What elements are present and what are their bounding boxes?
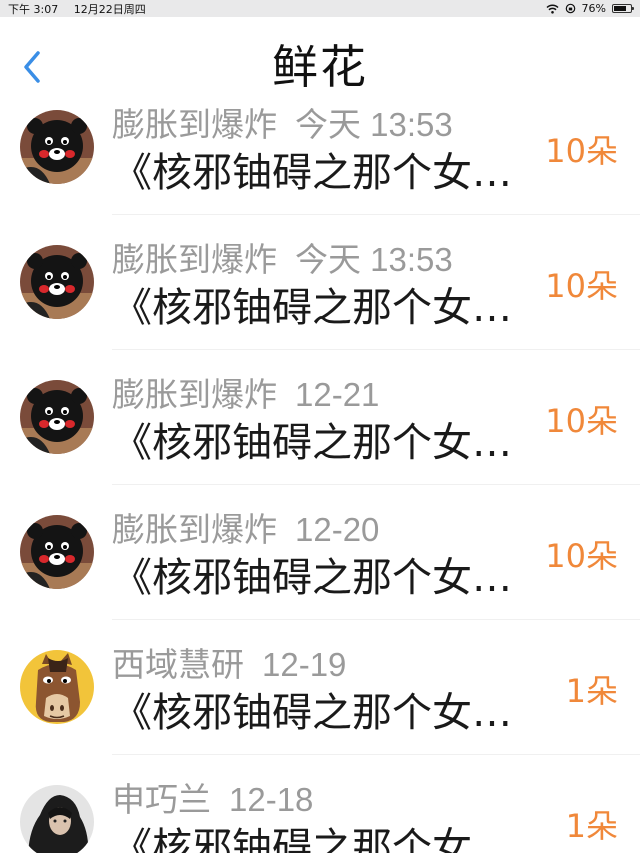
sender-name: 膨胀到爆炸 12-20	[112, 503, 379, 551]
battery-icon	[612, 4, 634, 13]
book-title: 《核邪铀碍之那个女…	[112, 420, 512, 466]
list-item[interactable]: 西域慧研 12-19 《核邪铀碍之那个女… 1朵	[0, 620, 640, 755]
sender-name-text: 膨胀到爆炸	[112, 240, 277, 279]
sender-name: 膨胀到爆炸 12-21	[112, 368, 379, 416]
battery-percent: 76%	[581, 2, 606, 15]
sent-date: 今天 13:53	[295, 106, 453, 143]
book-title: 《核邪铀碍之那个女…	[112, 690, 512, 736]
status-left: 下午 3:07 12月22日周四	[8, 1, 158, 17]
sender-name-text: 膨胀到爆炸	[112, 105, 277, 144]
book-title: 《核邪铀碍之那个女…	[112, 150, 512, 196]
avatar[interactable]	[20, 515, 94, 589]
battery-level	[614, 6, 626, 11]
list-item[interactable]: 膨胀到爆炸 12-20 《核邪铀碍之那个女… 10朵	[0, 485, 640, 620]
book-title: 《核邪铀碍之那个女…	[112, 285, 512, 331]
list-item[interactable]: 膨胀到爆炸 12-21 《核邪铀碍之那个女… 10朵	[0, 350, 640, 485]
status-time: 下午 3:07	[8, 2, 59, 16]
sender-name-text: 膨胀到爆炸	[112, 510, 277, 549]
list-item[interactable]: 膨胀到爆炸 今天 13:53 《核邪铀碍之那个女… 10朵	[0, 98, 640, 215]
sent-date: 今天 13:53	[295, 241, 453, 278]
flower-count: 10朵	[545, 537, 618, 575]
avatar[interactable]	[20, 245, 94, 319]
flower-count: 1朵	[565, 807, 618, 845]
flower-list[interactable]: 膨胀到爆炸 今天 13:53 《核邪铀碍之那个女… 10朵 膨胀到爆炸 今天 13:53 《…	[0, 98, 640, 853]
sent-date: 12-20	[295, 511, 380, 548]
wifi-icon	[546, 4, 559, 14]
sender-name-text: 西域慧研	[112, 645, 244, 684]
page-title: 鲜花	[272, 40, 368, 94]
avatar[interactable]	[20, 650, 94, 724]
avatar[interactable]	[20, 785, 94, 853]
book-title: 《核邪铀碍之那个女…	[112, 555, 512, 601]
sender-name: 申巧兰 12-18	[112, 773, 313, 821]
status-date: 12月22日周四	[73, 2, 146, 16]
sender-name-text: 申巧兰	[112, 780, 211, 819]
sender-name: 膨胀到爆炸 今天 13:53	[112, 233, 453, 281]
avatar[interactable]	[20, 110, 94, 184]
flower-count: 10朵	[545, 132, 618, 170]
sender-name: 膨胀到爆炸 今天 13:53	[112, 98, 453, 146]
flower-count: 10朵	[545, 402, 618, 440]
sent-date: 12-19	[262, 646, 347, 683]
list-item[interactable]: 申巧兰 12-18 《核邪铀碍之那个女… 1朵	[0, 755, 640, 853]
sent-date: 12-18	[229, 781, 314, 818]
sender-name: 西域慧研 12-19	[112, 638, 346, 686]
flower-count: 1朵	[565, 672, 618, 710]
status-bar: 下午 3:07 12月22日周四 76%	[0, 0, 640, 17]
list-item[interactable]: 膨胀到爆炸 今天 13:53 《核邪铀碍之那个女… 10朵	[0, 215, 640, 350]
status-right: 76%	[546, 2, 634, 15]
sent-date: 12-21	[295, 376, 380, 413]
book-title: 《核邪铀碍之那个女…	[112, 825, 512, 853]
navigation-bar: 鲜花	[0, 17, 640, 101]
flower-count: 10朵	[545, 267, 618, 305]
avatar[interactable]	[20, 380, 94, 454]
sender-name-text: 膨胀到爆炸	[112, 375, 277, 414]
orientation-lock-icon	[565, 3, 575, 14]
